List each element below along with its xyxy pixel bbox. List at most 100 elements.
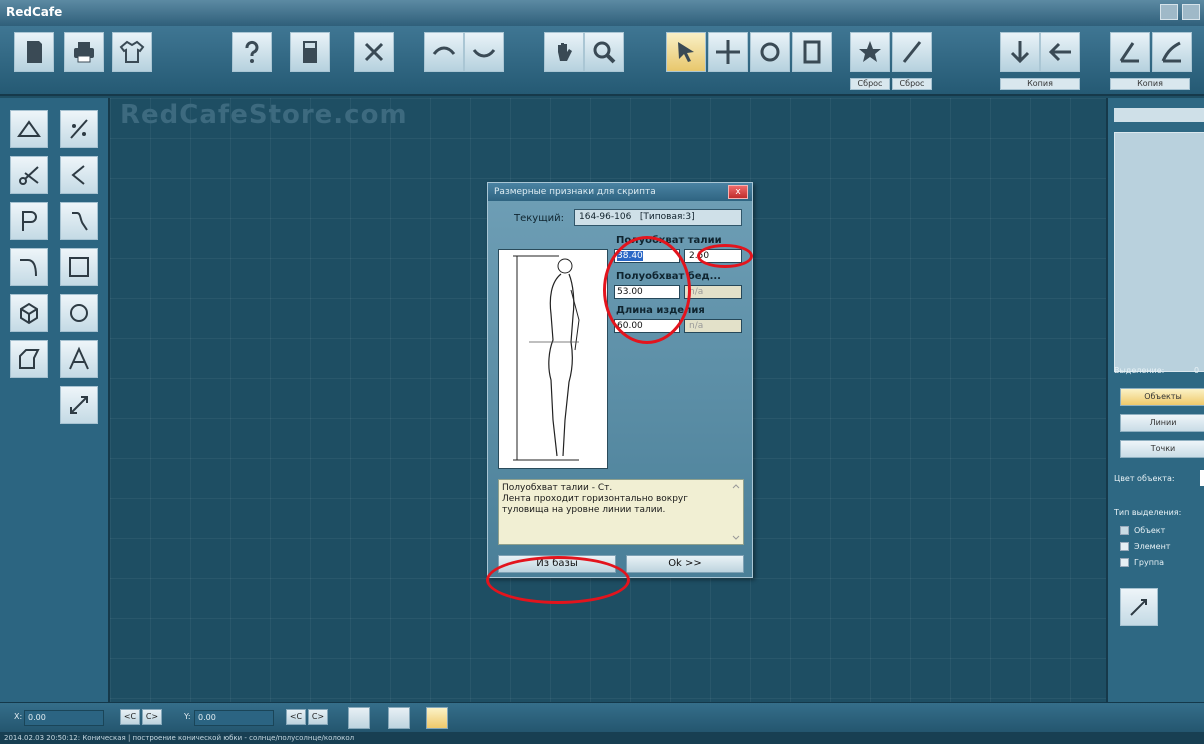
copy-caption-2: Копия: [1110, 78, 1190, 90]
cube-icon: [20, 302, 38, 325]
right-panel: Выделение: 0 Объекты Линии Точки Цвет об…: [1106, 98, 1204, 702]
maximize-button[interactable]: [1182, 4, 1200, 20]
zoom-button[interactable]: [584, 32, 624, 72]
curve-tool[interactable]: [60, 202, 98, 240]
rotate-button[interactable]: [750, 32, 790, 72]
app-title: RedCafe: [6, 5, 63, 19]
snap-button[interactable]: [348, 707, 370, 729]
y-coordinate-field[interactable]: 0.00: [194, 710, 274, 726]
angle-line-tool[interactable]: [60, 156, 98, 194]
tools-button[interactable]: [354, 32, 394, 72]
description-box[interactable]: Полуобхват талии - Ст. Лента проходит го…: [498, 479, 744, 545]
label-points-button[interactable]: [1120, 588, 1158, 626]
rectangle-tool[interactable]: [60, 248, 98, 286]
shape-tool[interactable]: [10, 294, 48, 332]
y-prev-button[interactable]: <C: [286, 709, 306, 725]
polygon-tool[interactable]: [10, 340, 48, 378]
mode-lines-button[interactable]: Линии: [1120, 414, 1204, 432]
print-button[interactable]: [64, 32, 104, 72]
y-next-button[interactable]: C>: [308, 709, 328, 725]
copy-down-button[interactable]: [1000, 32, 1040, 72]
arrow-pointer-icon: [678, 42, 694, 62]
select-button[interactable]: [666, 32, 706, 72]
rotate-icon: [760, 42, 780, 62]
shirt-icon: [119, 40, 145, 63]
x-next-button[interactable]: C>: [142, 709, 162, 725]
question-icon: [245, 40, 259, 63]
type-group-checkbox[interactable]: [1120, 558, 1129, 567]
move-button[interactable]: [708, 32, 748, 72]
angle-button[interactable]: [1110, 32, 1150, 72]
status-bar: X: 0.00 <C C> Y: 0.00 <C C>: [0, 702, 1204, 732]
type-object-label: Объект: [1134, 526, 1166, 535]
arc-tool[interactable]: [10, 248, 48, 286]
cut-tool[interactable]: [10, 156, 48, 194]
type-element-label: Элемент: [1134, 542, 1171, 551]
selection-label: Выделение:: [1114, 366, 1165, 375]
angle-icon: [1119, 42, 1139, 63]
reset-line-button[interactable]: [892, 32, 932, 72]
curve-angle-button[interactable]: [1152, 32, 1192, 72]
dimension-tool[interactable]: [60, 386, 98, 424]
triangle-tool[interactable]: [10, 110, 48, 148]
garment-button[interactable]: [112, 32, 152, 72]
type-element-checkbox[interactable]: [1120, 542, 1129, 551]
selection-type-label: Тип выделения:: [1114, 508, 1182, 517]
minimize-button[interactable]: [1160, 4, 1178, 20]
reset-rotate-button[interactable]: [850, 32, 890, 72]
circle-tool[interactable]: [60, 294, 98, 332]
copy-caption-1: Копия: [1000, 78, 1080, 90]
calculator-button[interactable]: [290, 32, 330, 72]
point-line-tool[interactable]: [60, 110, 98, 148]
left-tool-palette: [0, 98, 110, 702]
pencil-icon: [902, 41, 922, 63]
square-icon: [69, 257, 89, 277]
mode-objects-button[interactable]: Объекты: [1120, 388, 1204, 406]
arc-icon: [20, 259, 37, 277]
type-object-checkbox[interactable]: [1120, 526, 1129, 535]
letter-a-icon: [69, 346, 89, 370]
ab-arrow-icon: [1130, 599, 1147, 616]
letter-p-icon: [22, 211, 37, 231]
point-line-icon: [70, 119, 88, 139]
x-coordinate-field[interactable]: 0.00: [24, 710, 104, 726]
object-color-label: Цвет объекта:: [1114, 474, 1175, 483]
current-size-label: Текущий:: [514, 213, 565, 224]
x-label: X:: [14, 712, 23, 721]
copy-left-button[interactable]: [1040, 32, 1080, 72]
scissors-icon: [19, 166, 39, 185]
cross-tools-icon: [364, 42, 384, 62]
diagonal-arrows-icon: [70, 396, 88, 414]
annotation-circle-extra: [697, 244, 753, 268]
redo-button[interactable]: [464, 32, 504, 72]
redo-icon: [472, 49, 496, 58]
body-figure-image: [498, 249, 608, 469]
new-document-button[interactable]: [14, 32, 54, 72]
undo-button[interactable]: [424, 32, 464, 72]
dialog-title: Размерные признаки для скрипта: [488, 183, 752, 201]
perpendicular-tool[interactable]: [10, 202, 48, 240]
object-color-swatch[interactable]: [1200, 470, 1204, 486]
scrollbar[interactable]: [731, 482, 741, 542]
watermark: RedCafeStore.com: [120, 100, 408, 130]
magnifier-icon: [593, 41, 616, 64]
ok-button[interactable]: Ok >>: [626, 555, 744, 573]
mode-points-button[interactable]: Точки: [1120, 440, 1204, 458]
x-prev-button[interactable]: <C: [120, 709, 140, 725]
blank-button[interactable]: [388, 707, 410, 729]
reset-caption-2: Сброс: [892, 78, 932, 90]
preview-area: [1114, 132, 1204, 372]
angle-line-icon: [71, 165, 85, 185]
text-tool[interactable]: [60, 340, 98, 378]
title-bar: RedCafe: [0, 0, 1204, 26]
star-shape-icon: [859, 41, 881, 62]
arrow-down-icon: [1010, 41, 1030, 64]
dialog-close-button[interactable]: x: [728, 185, 748, 199]
polygon-icon: [19, 349, 40, 369]
curve-angle-icon: [1161, 41, 1181, 63]
hand-icon: [558, 43, 572, 61]
help-button[interactable]: [232, 32, 272, 72]
magnet-button[interactable]: [426, 707, 448, 729]
mirror-button[interactable]: [792, 32, 832, 72]
pan-button[interactable]: [544, 32, 584, 72]
